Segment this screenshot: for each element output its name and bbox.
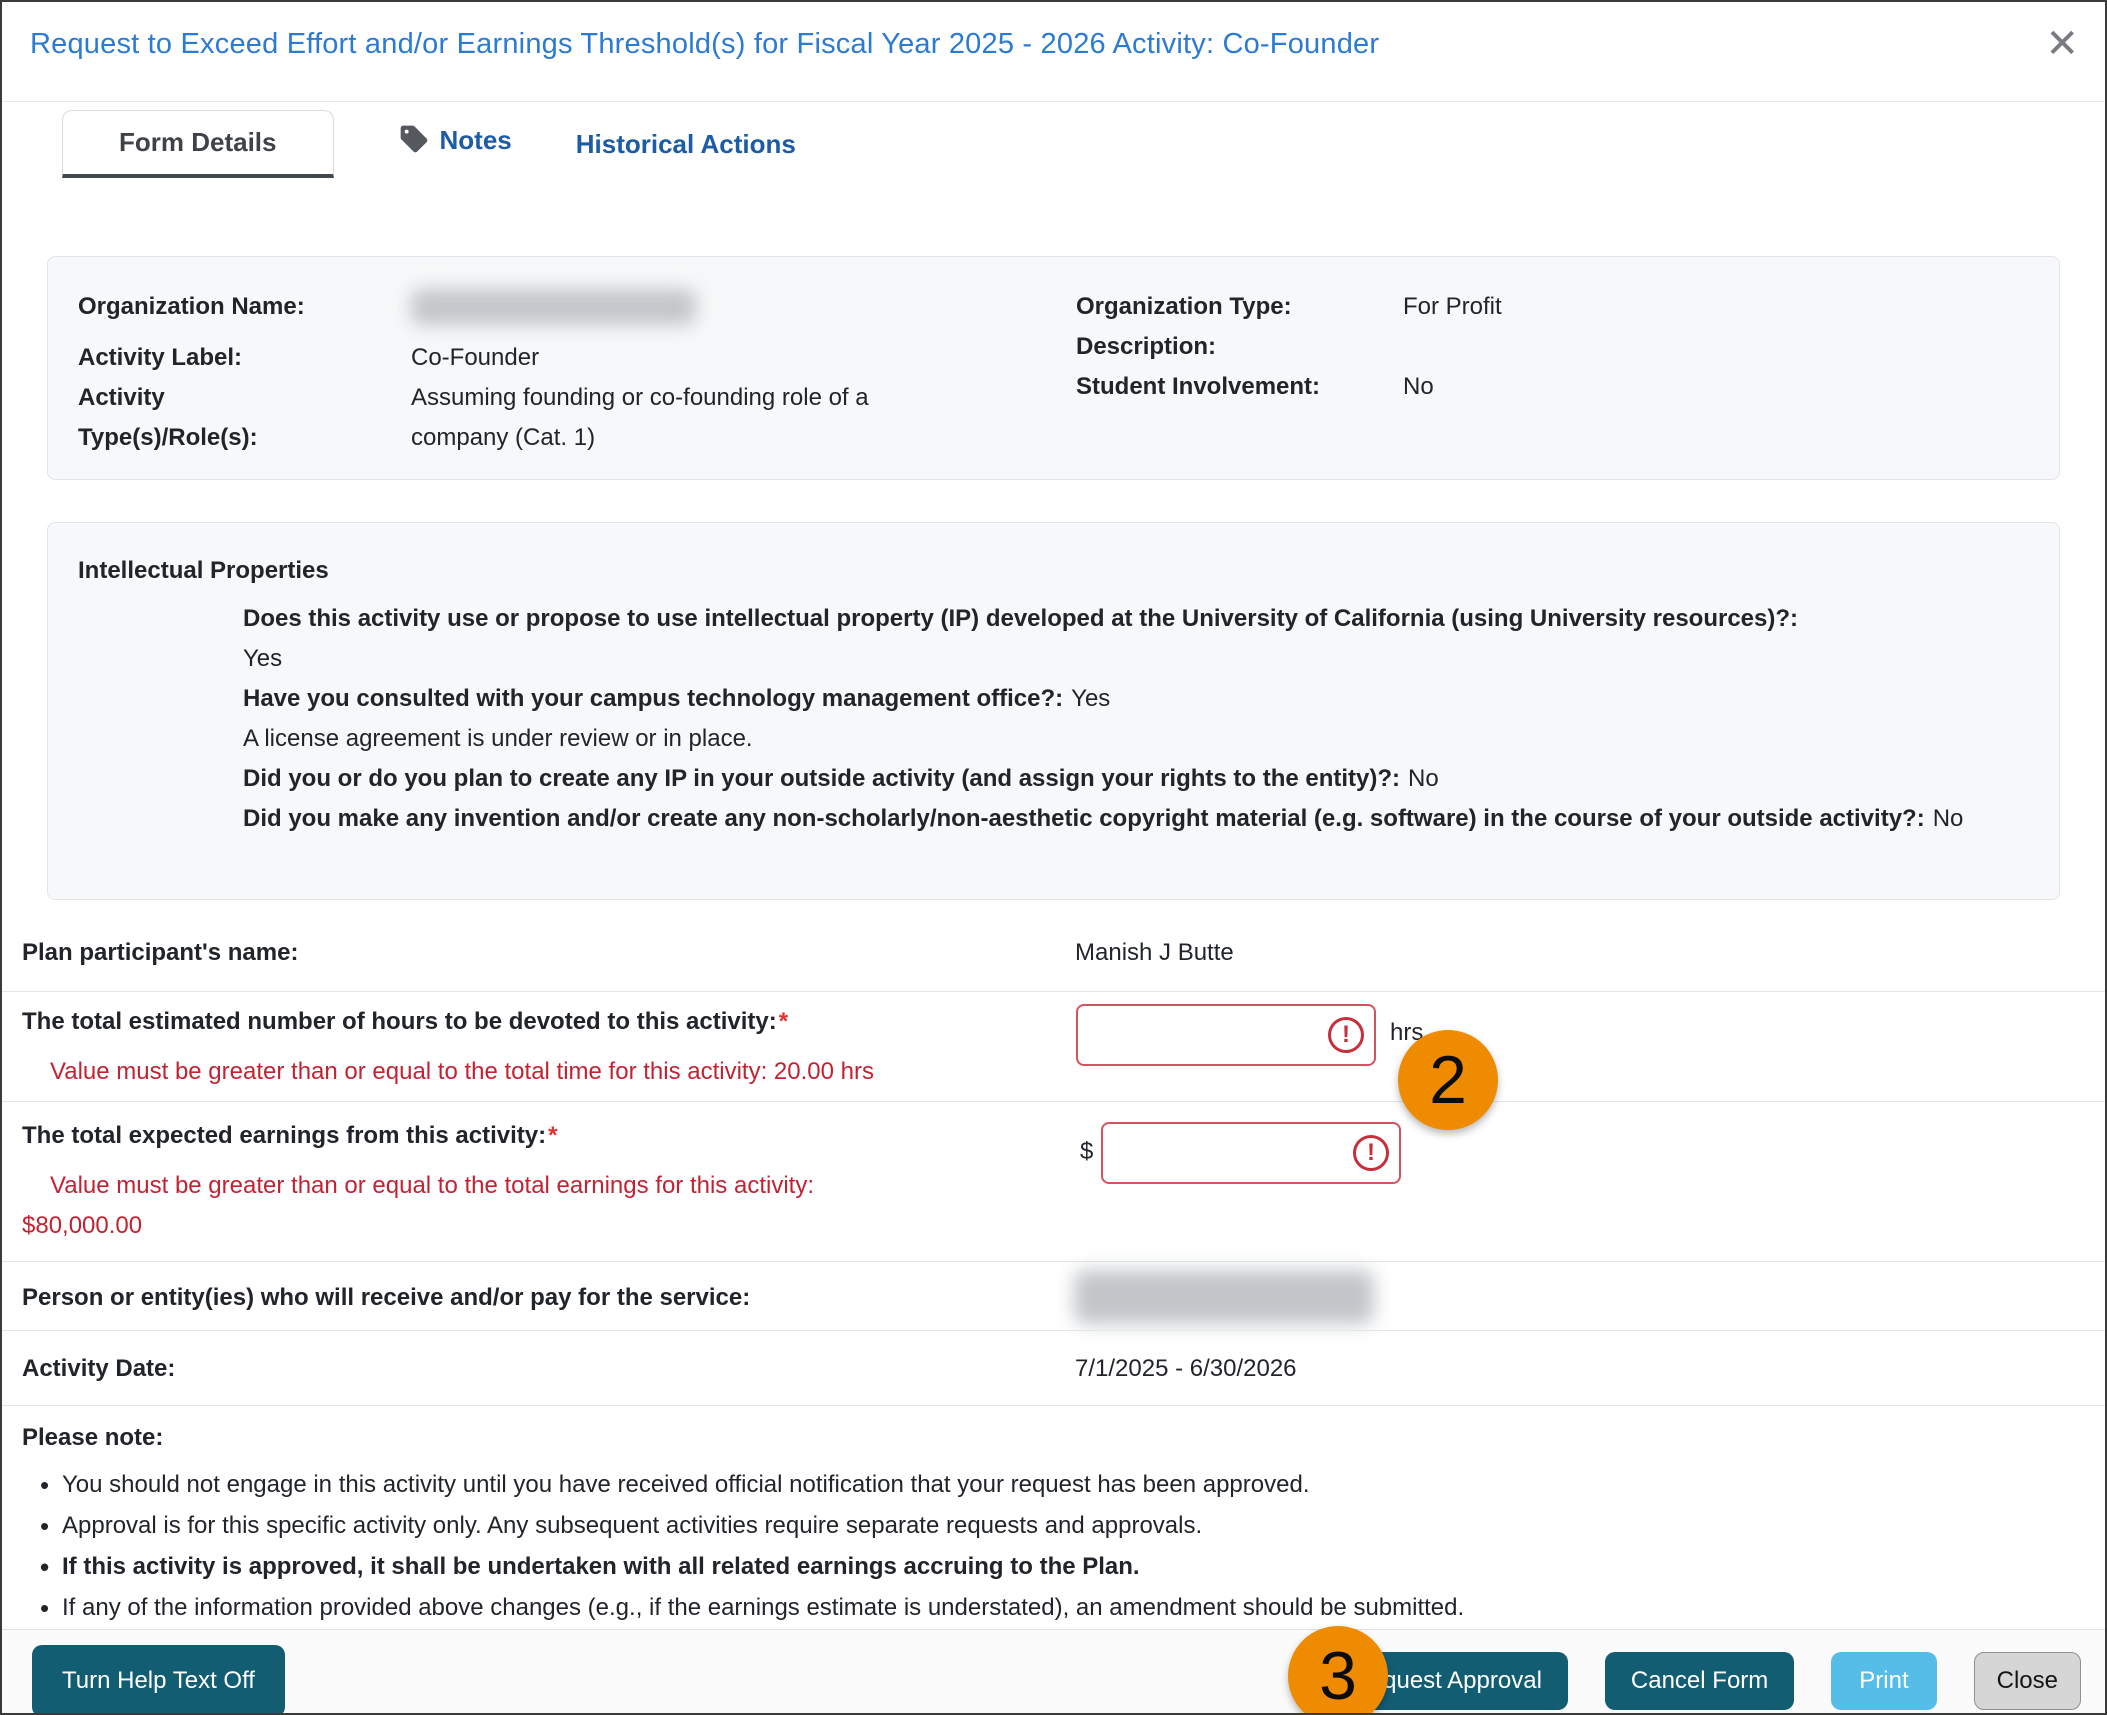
org-type-value: For Profit xyxy=(1403,293,1502,320)
turn-help-text-off-button[interactable]: Turn Help Text Off xyxy=(32,1644,285,1713)
hours-error-text: Value must be greater than or equal to t… xyxy=(50,1058,874,1085)
hours-row: The total estimated number of hours to b… xyxy=(2,991,2105,1101)
tab-bar: Form Details Notes Historical Actions xyxy=(2,102,2105,178)
dialog-title: Request to Exceed Effort and/or Earnings… xyxy=(30,28,1380,60)
org-type-label: Organization Type: xyxy=(1076,293,1292,320)
activity-types-value: Assuming founding or co-founding role of… xyxy=(411,384,869,451)
earnings-required-asterisk: * xyxy=(548,1122,558,1149)
activity-label-value: Co-Founder xyxy=(411,344,540,371)
organization-summary-box: Organization Name: Activity Label: Co-Fo… xyxy=(47,256,2060,480)
organization-summary-right: Organization Type: For Profit Descriptio… xyxy=(1076,287,2029,479)
payer-value-redacted xyxy=(1074,1270,1374,1324)
earnings-currency-prefix: $ xyxy=(1080,1138,1094,1165)
student-involvement-value: No xyxy=(1403,373,1434,400)
exceed-threshold-dialog: Request to Exceed Effort and/or Earnings… xyxy=(0,0,2107,1715)
earnings-input-wrap: ! xyxy=(1101,1122,1401,1184)
ip-question-1: Does this activity use or propose to use… xyxy=(243,605,1799,632)
hours-error-icon: ! xyxy=(1328,1017,1364,1053)
org-name-label: Organization Name: xyxy=(78,293,305,320)
close-icon[interactable]: ✕ xyxy=(2045,24,2079,64)
participant-label: Plan participant's name: xyxy=(22,939,299,966)
participant-row: Plan participant's name: Manish J Butte xyxy=(2,913,2105,991)
dialog-footer: Turn Help Text Off Request Approval Canc… xyxy=(2,1629,2105,1713)
earnings-error-line2: $80,000.00 xyxy=(22,1212,143,1239)
cancel-form-button[interactable]: Cancel Form xyxy=(1604,1651,1795,1710)
ip-question-2: Have you consulted with your campus tech… xyxy=(243,685,1064,712)
notes-tag-icon xyxy=(398,123,430,162)
annotation-step-2-badge: 2 xyxy=(1398,1030,1498,1130)
tab-notes-label: Notes xyxy=(439,125,512,155)
ip-answer-3: No xyxy=(1408,765,1439,792)
earnings-row: The total expected earnings from this ac… xyxy=(2,1101,2105,1261)
payer-label: Person or entity(ies) who will receive a… xyxy=(22,1284,751,1311)
close-button[interactable]: Close xyxy=(1973,1651,2081,1710)
payer-row: Person or entity(ies) who will receive a… xyxy=(2,1261,2105,1330)
note-bullet-3: If this activity is approved, it shall b… xyxy=(22,1554,2065,1581)
activity-date-label: Activity Date: xyxy=(22,1355,176,1382)
earnings-error-icon: ! xyxy=(1353,1135,1389,1171)
tab-historical-actions-label: Historical Actions xyxy=(575,129,796,159)
note-bullet-1: You should not engage in this activity u… xyxy=(22,1472,2065,1499)
ip-question-3: Did you or do you plan to create any IP … xyxy=(243,765,1401,792)
ip-box-title: Intellectual Properties xyxy=(78,557,329,584)
form-field-rows: Plan participant's name: Manish J Butte … xyxy=(2,913,2105,1629)
ip-answer-4: No xyxy=(1932,805,1964,832)
tab-notes[interactable]: Notes xyxy=(398,121,512,178)
earnings-label: The total expected earnings from this ac… xyxy=(22,1122,547,1149)
annotation-step-3-badge: 3 xyxy=(1288,1626,1388,1713)
hours-required-asterisk: * xyxy=(778,1008,789,1035)
intellectual-properties-box: Intellectual Properties Does this activi… xyxy=(47,522,2060,900)
tab-historical-actions[interactable]: Historical Actions xyxy=(576,129,796,178)
earnings-error-line1: Value must be greater than or equal to t… xyxy=(50,1172,814,1199)
note-bullet-4: If any of the information provided above… xyxy=(22,1595,2065,1622)
please-note-heading: Please note: xyxy=(22,1424,164,1451)
print-button[interactable]: Print xyxy=(1831,1651,1937,1710)
hours-label: The total estimated number of hours to b… xyxy=(22,1008,777,1035)
ip-answer-1: Yes xyxy=(243,645,283,672)
organization-summary-left: Organization Name: Activity Label: Co-Fo… xyxy=(78,287,1076,479)
activity-date-row: Activity Date: 7/1/2025 - 6/30/2026 xyxy=(2,1330,2105,1405)
please-note-section: Please note: You should not engage in th… xyxy=(2,1405,2105,1629)
activity-types-label: Activity Type(s)/Role(s): xyxy=(78,384,258,451)
ip-answer-2: Yes xyxy=(1071,685,1111,712)
activity-label-label: Activity Label: xyxy=(78,344,243,371)
description-label: Description: xyxy=(1076,333,1217,360)
please-note-list: You should not engage in this activity u… xyxy=(22,1472,2065,1622)
org-name-value-redacted xyxy=(411,287,971,338)
ip-license-note: A license agreement is under review or i… xyxy=(243,725,753,752)
dialog-header: Request to Exceed Effort and/or Earnings… xyxy=(2,2,2105,102)
note-bullet-2: Approval is for this specific activity o… xyxy=(22,1513,2065,1540)
tab-form-details-label: Form Details xyxy=(119,127,277,157)
ip-box-content: Does this activity use or propose to use… xyxy=(243,599,2029,839)
description-value xyxy=(1403,327,2029,367)
hours-input-wrap: ! xyxy=(1076,1004,1376,1066)
activity-date-value: 7/1/2025 - 6/30/2026 xyxy=(1075,1355,1297,1382)
ip-question-4: Did you make any invention and/or create… xyxy=(243,805,1925,832)
student-involvement-label: Student Involvement: xyxy=(1076,373,1321,400)
tab-form-details[interactable]: Form Details xyxy=(62,110,334,178)
participant-value: Manish J Butte xyxy=(1075,939,1234,966)
